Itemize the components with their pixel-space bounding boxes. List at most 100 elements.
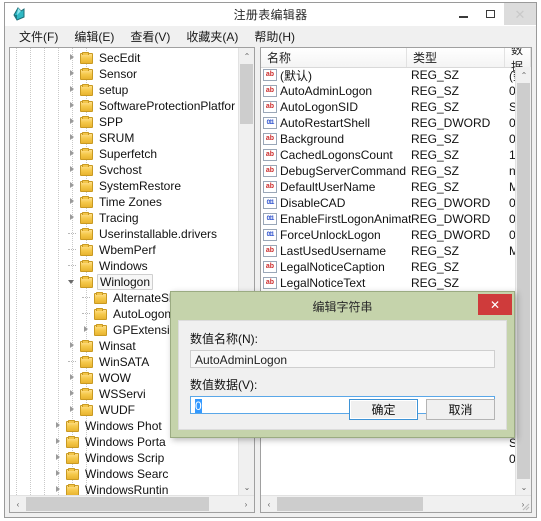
values-vertical-scroll-thumb[interactable] bbox=[517, 83, 530, 479]
tree-item-windows-searc[interactable]: Windows Searc bbox=[10, 466, 238, 482]
tree-item-label: SecEdit bbox=[99, 51, 141, 65]
column-header-type[interactable]: 类型 bbox=[407, 48, 505, 67]
dialog-title-bar: 编辑字符串 ✕ bbox=[171, 292, 514, 318]
chevron-right-icon[interactable] bbox=[66, 82, 80, 98]
tree-item-softwareprotectionplatfor[interactable]: SoftwareProtectionPlatfor bbox=[10, 98, 238, 114]
tree-item-label: SystemRestore bbox=[99, 179, 182, 193]
table-row[interactable]: abLastUsedUsernameREG_SZMicros bbox=[261, 243, 515, 259]
table-row[interactable]: 011AutoRestartShellREG_DWORD0x0000 bbox=[261, 115, 515, 131]
menu-view[interactable]: 查看(V) bbox=[122, 26, 178, 47]
tree-scroll-down-arrow-icon[interactable]: ⌄ bbox=[239, 479, 254, 495]
tree-item-windows[interactable]: Windows bbox=[10, 258, 238, 274]
chevron-right-icon[interactable] bbox=[52, 450, 66, 466]
table-row[interactable]: ab LegalNoticeText REG_SZ bbox=[261, 275, 515, 291]
tree-horizontal-scroll-thumb[interactable] bbox=[26, 497, 209, 511]
string-value-icon: ab bbox=[263, 85, 277, 97]
resize-grip[interactable] bbox=[517, 498, 530, 511]
table-row[interactable]: abDefaultUserNameREG_SZMicros bbox=[261, 179, 515, 195]
table-row[interactable]: ab(默认)REG_SZ(数值未 bbox=[261, 67, 515, 83]
chevron-right-icon[interactable] bbox=[66, 130, 80, 146]
tree-item-secedit[interactable]: SecEdit bbox=[10, 50, 238, 66]
chevron-right-icon[interactable] bbox=[66, 162, 80, 178]
tree-item-winlogon[interactable]: Winlogon bbox=[10, 274, 238, 290]
close-button[interactable]: ✕ bbox=[504, 3, 536, 25]
tree-scroll-up-arrow-icon[interactable]: ⌃ bbox=[239, 48, 254, 64]
chevron-right-icon[interactable] bbox=[66, 98, 80, 114]
tree-item-setup[interactable]: setup bbox=[10, 82, 238, 98]
values-horizontal-scrollbar[interactable]: ‹ › bbox=[261, 495, 531, 512]
menu-help[interactable]: 帮助(H) bbox=[246, 26, 303, 47]
chevron-right-icon[interactable] bbox=[66, 386, 80, 402]
values-scroll-up-arrow-icon[interactable]: ⌃ bbox=[516, 67, 531, 83]
dialog-close-button[interactable]: ✕ bbox=[478, 294, 512, 315]
values-scroll-left-arrow-icon[interactable]: ‹ bbox=[261, 496, 277, 512]
dialog-title: 编辑字符串 bbox=[312, 300, 373, 314]
table-row[interactable]: 011EnableFirstLogonAnimationREG_DWORD0x0… bbox=[261, 211, 515, 227]
chevron-right-icon[interactable] bbox=[80, 322, 94, 338]
tree-connector-icon bbox=[66, 354, 80, 370]
chevron-right-icon[interactable] bbox=[66, 210, 80, 226]
tree-item-tracing[interactable]: Tracing bbox=[10, 210, 238, 226]
tree-item-systemrestore[interactable]: SystemRestore bbox=[10, 178, 238, 194]
chevron-right-icon[interactable] bbox=[66, 370, 80, 386]
tree-item-userinstallable-drivers[interactable]: Userinstallable.drivers bbox=[10, 226, 238, 242]
table-row[interactable]: abAutoLogonSIDREG_SZS-1-11 bbox=[261, 99, 515, 115]
chevron-right-icon[interactable] bbox=[52, 482, 66, 495]
folder-icon bbox=[80, 99, 93, 112]
tree-vertical-scroll-thumb[interactable] bbox=[240, 64, 253, 124]
tree-item-windows-scrip[interactable]: Windows Scrip bbox=[10, 450, 238, 466]
table-row[interactable]: ab0 bbox=[261, 451, 515, 467]
table-row[interactable]: abAutoAdminLogonREG_SZ0 bbox=[261, 83, 515, 99]
chevron-right-icon[interactable] bbox=[66, 402, 80, 418]
chevron-right-icon[interactable] bbox=[52, 418, 66, 434]
values-horizontal-scroll-thumb[interactable] bbox=[277, 497, 423, 511]
tree-item-windowsruntin[interactable]: WindowsRuntin bbox=[10, 482, 238, 495]
chevron-right-icon[interactable] bbox=[52, 434, 66, 450]
ok-button[interactable]: 确定 bbox=[349, 399, 418, 420]
chevron-right-icon[interactable] bbox=[66, 66, 80, 82]
menu-edit[interactable]: 编辑(E) bbox=[66, 26, 122, 47]
tree-item-label: Windows Phot bbox=[85, 419, 162, 433]
column-header-name[interactable]: 名称 bbox=[261, 48, 407, 67]
table-row[interactable]: abBackgroundREG_SZ0 0 0 bbox=[261, 131, 515, 147]
menu-file[interactable]: 文件(F) bbox=[11, 26, 66, 47]
tree-item-spp[interactable]: SPP bbox=[10, 114, 238, 130]
chevron-right-icon[interactable] bbox=[66, 194, 80, 210]
tree-item-wbemperf[interactable]: WbemPerf bbox=[10, 242, 238, 258]
tree-item-srum[interactable]: SRUM bbox=[10, 130, 238, 146]
values-scroll-down-arrow-icon[interactable]: ⌄ bbox=[516, 479, 531, 495]
column-header-data[interactable]: 数据 bbox=[505, 48, 531, 74]
chevron-right-icon[interactable] bbox=[66, 146, 80, 162]
tree-scroll-right-arrow-icon[interactable]: › bbox=[238, 496, 254, 512]
cancel-button[interactable]: 取消 bbox=[426, 399, 495, 420]
chevron-right-icon[interactable] bbox=[66, 50, 80, 66]
maximize-button[interactable] bbox=[477, 3, 504, 25]
values-vertical-scrollbar[interactable]: ⌃ ⌄ bbox=[515, 67, 531, 495]
table-row[interactable]: abCachedLogonsCountREG_SZ10 bbox=[261, 147, 515, 163]
tree-item-sensor[interactable]: Sensor bbox=[10, 66, 238, 82]
tree-horizontal-scrollbar[interactable]: ‹ › bbox=[10, 495, 254, 512]
folder-icon bbox=[80, 387, 93, 400]
tree-scroll-left-arrow-icon[interactable]: ‹ bbox=[10, 496, 26, 512]
tree-item-svchost[interactable]: Svchost bbox=[10, 162, 238, 178]
table-row[interactable]: ab LegalNoticeCaption REG_SZ bbox=[261, 259, 515, 275]
chevron-right-icon[interactable] bbox=[52, 466, 66, 482]
table-row[interactable]: 011ForceUnlockLogonREG_DWORD0x0000 bbox=[261, 227, 515, 243]
tree-item-superfetch[interactable]: Superfetch bbox=[10, 146, 238, 162]
table-row[interactable]: abDebugServerCommandREG_SZno bbox=[261, 163, 515, 179]
menu-favorites[interactable]: 收藏夹(A) bbox=[178, 26, 246, 47]
chevron-right-icon[interactable] bbox=[66, 338, 80, 354]
minimize-button[interactable] bbox=[450, 3, 477, 25]
tree-item-time-zones[interactable]: Time Zones bbox=[10, 194, 238, 210]
chevron-down-icon[interactable] bbox=[66, 274, 80, 290]
registry-values-pane: 名称 类型 数据 ab(默认)REG_SZ(数值未abAutoAdminLogo… bbox=[260, 47, 532, 513]
chevron-right-icon[interactable] bbox=[66, 114, 80, 130]
table-row[interactable]: 011DisableCADREG_DWORD0x0000 bbox=[261, 195, 515, 211]
value-type-cell: REG_SZ bbox=[411, 84, 460, 98]
chevron-right-icon[interactable] bbox=[66, 178, 80, 194]
value-type-cell: REG_DWORD bbox=[411, 212, 491, 226]
value-name-input[interactable]: AutoAdminLogon bbox=[190, 350, 495, 368]
